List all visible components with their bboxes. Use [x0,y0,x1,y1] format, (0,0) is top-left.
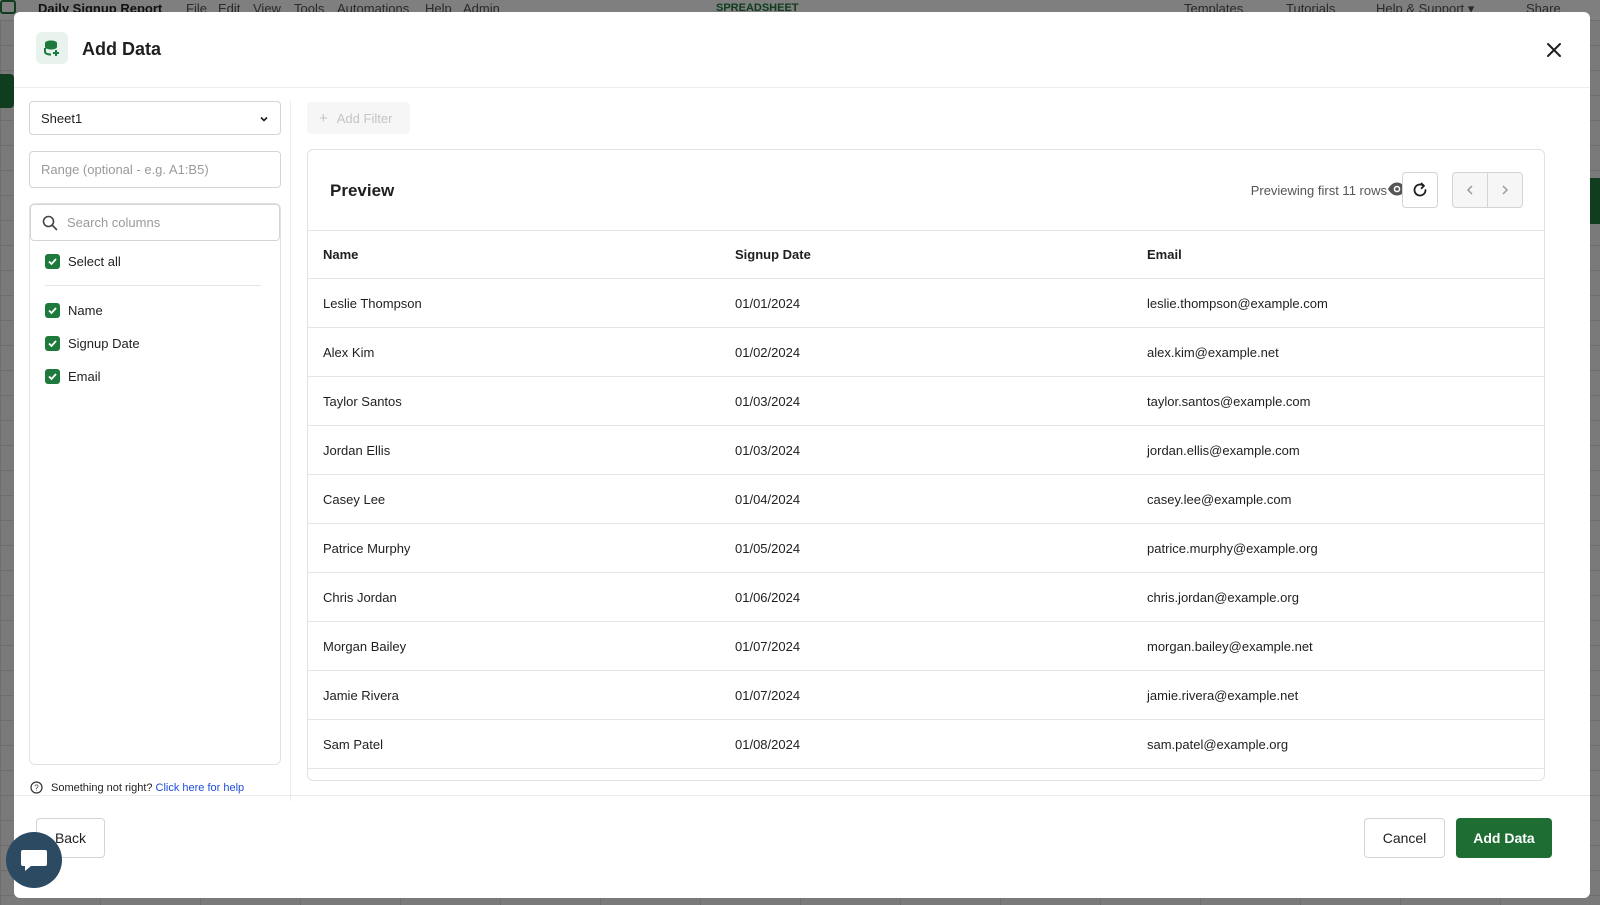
panel-divider [290,101,291,801]
column-label: Signup Date [68,336,140,351]
cell-name: Casey Lee [308,474,720,524]
next-page-button[interactable] [1488,173,1523,207]
cell-name: Chris Jordan [308,572,720,622]
table-row: Sam Patel 01/08/2024 sam.patel@example.org [308,719,1544,769]
preview-table: Name Signup Date Email Leslie Thompson 01… [308,230,1544,769]
help-row: ? Something not right? Click here for he… [30,781,244,794]
add-filter-label: Add Filter [336,110,393,126]
table-row: Patrice Murphy 01/05/2024 patrice.murphy@e… [308,523,1544,573]
chevron-left-icon [1466,185,1473,195]
modal-header: Add Data [14,12,1590,88]
cell-name: Morgan Bailey [308,621,720,671]
cell-email: taylor.santos@example.com [1132,376,1544,426]
cell-email: morgan.bailey@example.net [1132,621,1544,671]
sheet-select[interactable]: Sheet1 [29,101,281,135]
cell-email: alex.kim@example.net [1132,327,1544,377]
chat-support-button[interactable] [6,832,62,888]
column-checkbox-name[interactable]: Name [45,303,103,318]
cell-name: Jamie Rivera [308,670,720,720]
add-data-modal: Add Data Sheet1 Select all Name [14,12,1590,898]
column-checkbox-email[interactable]: Email [45,369,101,384]
previous-page-button[interactable] [1453,173,1488,207]
cell-signup-date: 01/07/2024 [720,670,1132,720]
column-header-email: Email [1132,230,1544,279]
cancel-button[interactable]: Cancel [1364,818,1445,858]
cell-email: jordan.ellis@example.com [1132,425,1544,475]
column-label: Email [68,369,101,384]
cell-signup-date: 01/07/2024 [720,621,1132,671]
add-filter-button[interactable]: + Add Filter [307,102,410,134]
refresh-button[interactable] [1402,172,1438,208]
database-add-icon [36,32,68,64]
preview-card: Preview Previewing first 11 rows Name Si… [307,149,1545,781]
preview-row-count: Previewing first 11 rows [1250,183,1387,198]
cell-name: Jordan Ellis [308,425,720,475]
checkbox-checked-icon [45,336,60,351]
sheet-select-value: Sheet1 [41,111,83,126]
column-header-signup-date: Signup Date [720,230,1132,279]
cell-email: sam.patel@example.org [1132,719,1544,769]
refresh-icon [1413,182,1427,197]
column-header-name: Name [308,230,720,279]
cell-name: Sam Patel [308,719,720,769]
chevron-down-icon [260,116,268,122]
modal-title: Add Data [82,39,162,59]
range-input[interactable] [29,151,281,188]
close-button[interactable] [1542,38,1566,62]
cell-name: Patrice Murphy [308,523,720,573]
modal-footer: Back Cancel Add Data [14,795,1590,898]
table-row: Jamie Rivera 01/07/2024 jamie.rivera@examp… [308,670,1544,720]
column-search-input[interactable] [67,205,272,240]
cell-signup-date: 01/03/2024 [720,425,1132,475]
table-row: Casey Lee 01/04/2024 casey.lee@example.com [308,474,1544,524]
select-all-checkbox[interactable]: Select all [45,254,121,269]
checkbox-checked-icon [45,254,60,269]
help-link[interactable]: Click here for help [156,782,245,794]
help-circle-icon: ? [30,781,43,794]
cell-email: jamie.rivera@example.net [1132,670,1544,720]
chat-icon [21,850,47,871]
cell-email: leslie.thompson@example.com [1132,278,1544,328]
cell-email: patrice.murphy@example.org [1132,523,1544,573]
cell-name: Alex Kim [308,327,720,377]
help-text: Something not right? [51,781,153,794]
table-header-row: Name Signup Date Email [308,230,1544,279]
cell-email: chris.jordan@example.org [1132,572,1544,622]
search-icon [42,215,58,231]
table-row: Leslie Thompson 01/01/2024 leslie.thompson… [308,278,1544,328]
table-row: Jordan Ellis 01/03/2024 jordan.ellis@examp… [308,425,1544,475]
cell-signup-date: 01/02/2024 [720,327,1132,377]
add-data-button[interactable]: Add Data [1456,818,1552,858]
chevron-right-icon [1502,185,1508,195]
checkbox-checked-icon [45,303,60,318]
cell-name: Leslie Thompson [308,278,720,328]
select-all-label: Select all [68,254,121,269]
cell-email: casey.lee@example.com [1132,474,1544,524]
cell-signup-date: 01/08/2024 [720,719,1132,769]
table-row: Alex Kim 01/02/2024 alex.kim@example.net [308,327,1544,377]
table-row: Taylor Santos 01/03/2024 taylor.santos@exa… [308,376,1544,426]
pagination [1452,172,1523,208]
cell-signup-date: 01/03/2024 [720,376,1132,426]
cell-signup-date: 01/05/2024 [720,523,1132,573]
cell-signup-date: 01/01/2024 [720,278,1132,328]
cell-name: Taylor Santos [308,376,720,426]
preview-title: Preview [330,181,395,200]
table-row: Morgan Bailey 01/07/2024 morgan.bailey@exa… [308,621,1544,671]
cell-signup-date: 01/06/2024 [720,572,1132,622]
table-row: Chris Jordan 01/06/2024 chris.jordan@examp… [308,572,1544,622]
close-icon [1547,43,1561,57]
columns-list: Select all Name Signup Date Email [29,203,281,765]
cell-signup-date: 01/04/2024 [720,474,1132,524]
column-search [30,204,280,241]
divider [45,285,261,286]
svg-text:?: ? [34,784,39,793]
plus-icon: + [319,109,328,127]
column-label: Name [68,303,103,318]
column-checkbox-signup-date[interactable]: Signup Date [45,336,140,351]
checkbox-checked-icon [45,369,60,384]
